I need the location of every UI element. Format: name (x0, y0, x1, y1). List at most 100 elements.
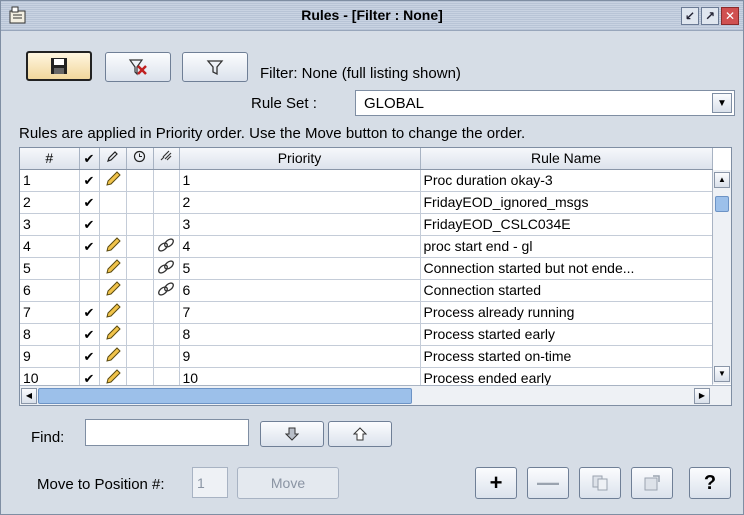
pencil-icon (104, 324, 122, 344)
table-row[interactable]: 2 ✔ 2 FridayEOD_ignored_msgs (20, 191, 713, 214)
copy-rule-button[interactable] (579, 467, 621, 499)
row-linked-cell[interactable] (153, 279, 180, 302)
table-row[interactable]: 3 ✔ 3 FridayEOD_CSLC034E (20, 213, 713, 236)
find-previous-button[interactable] (328, 421, 392, 447)
row-edit-cell[interactable] (99, 323, 127, 346)
row-edit-cell[interactable] (99, 213, 127, 236)
row-linked-cell[interactable] (153, 323, 180, 346)
row-linked-cell[interactable] (153, 191, 180, 214)
row-edit-cell[interactable] (99, 235, 127, 258)
row-edit-cell[interactable] (99, 301, 127, 324)
pencil-icon (107, 151, 118, 163)
row-enabled-cell[interactable]: ✔ (79, 191, 100, 214)
chevron-down-icon[interactable]: ▼ (712, 93, 732, 113)
row-priority-cell: 7 (179, 301, 421, 324)
scroll-right-icon[interactable]: ▶ (694, 388, 710, 404)
horizontal-scroll-thumb[interactable] (38, 388, 412, 404)
row-enabled-cell[interactable] (79, 257, 100, 280)
horizontal-scrollbar[interactable]: ◀ ▶ (20, 385, 731, 405)
row-linked-cell[interactable] (153, 301, 180, 324)
ruleset-select[interactable]: GLOBAL ▼ (355, 90, 735, 116)
column-header-edit[interactable] (99, 148, 127, 170)
close-icon[interactable]: ✕ (721, 7, 739, 25)
row-enabled-cell[interactable]: ✔ (79, 235, 100, 258)
rule-properties-button[interactable] (631, 467, 673, 499)
column-header-schedule[interactable] (126, 148, 154, 170)
table-row[interactable]: 5 5 Connection started but not ende... (20, 257, 713, 280)
rules-window: Rules - [Filter : None] ↙ ↗ ✕ Filter: No… (0, 0, 744, 515)
row-linked-cell[interactable] (153, 345, 180, 368)
row-edit-cell[interactable] (99, 345, 127, 368)
row-rule-name-cell: Connection started but not ende... (420, 257, 713, 280)
row-enabled-cell[interactable]: ✔ (79, 323, 100, 346)
row-edit-cell[interactable] (99, 279, 127, 302)
column-header-linked[interactable] (153, 148, 180, 170)
column-header-number[interactable]: # (20, 148, 80, 170)
row-schedule-cell[interactable] (126, 191, 154, 214)
row-schedule-cell[interactable] (126, 323, 154, 346)
vertical-scroll-thumb[interactable] (715, 196, 729, 212)
row-schedule-cell[interactable] (126, 169, 154, 192)
row-schedule-cell[interactable] (126, 345, 154, 368)
move-button[interactable]: Move (237, 467, 339, 499)
row-number-cell: 3 (20, 213, 80, 236)
move-position-field[interactable]: 1 (192, 467, 228, 498)
row-linked-cell[interactable] (153, 235, 180, 258)
column-header-priority[interactable]: Priority (179, 148, 421, 170)
filter-button[interactable] (182, 52, 248, 82)
properties-icon (644, 475, 660, 491)
column-header-rule-name[interactable]: Rule Name (420, 148, 713, 170)
table-row[interactable]: 1 ✔ 1 Proc duration okay-3 (20, 169, 713, 192)
row-schedule-cell[interactable] (126, 301, 154, 324)
enabled-check-icon: ✔ (83, 348, 95, 364)
scroll-up-icon[interactable]: ▲ (714, 172, 730, 188)
row-edit-cell[interactable] (99, 169, 127, 192)
row-edit-cell[interactable] (99, 257, 127, 280)
row-linked-cell[interactable] (153, 213, 180, 236)
remove-rule-button[interactable]: — (527, 467, 569, 499)
row-number-cell: 2 (20, 191, 80, 214)
row-enabled-cell[interactable]: ✔ (79, 301, 100, 324)
row-enabled-cell[interactable] (79, 279, 100, 302)
table-row[interactable]: 7 ✔ 7 Process already running (20, 301, 713, 324)
rules-table: # ✔ Priority Rule Name 1 ✔ 1 Proc duration … (19, 147, 732, 406)
pencil-icon (104, 302, 122, 322)
row-enabled-cell[interactable]: ✔ (79, 345, 100, 368)
save-button[interactable] (26, 51, 92, 81)
clear-filter-button[interactable] (105, 52, 171, 82)
row-priority-cell: 6 (179, 279, 421, 302)
row-edit-cell[interactable] (99, 191, 127, 214)
filter-status: Filter: None (full listing shown) (260, 65, 461, 82)
row-priority-cell: 8 (179, 323, 421, 346)
help-button[interactable]: ? (689, 467, 731, 499)
row-linked-cell[interactable] (153, 257, 180, 280)
table-row[interactable]: 9 ✔ 9 Process started on-time (20, 345, 713, 368)
row-rule-name-cell: FridayEOD_CSLC034E (420, 213, 713, 236)
row-enabled-cell[interactable]: ✔ (79, 169, 100, 192)
column-header-enabled[interactable]: ✔ (79, 148, 100, 170)
table-row[interactable]: 8 ✔ 8 Process started early (20, 323, 713, 346)
minimize-icon[interactable]: ↙ (681, 7, 699, 25)
row-schedule-cell[interactable] (126, 235, 154, 258)
row-enabled-cell[interactable]: ✔ (79, 213, 100, 236)
row-schedule-cell[interactable] (126, 279, 154, 302)
row-schedule-cell[interactable] (126, 213, 154, 236)
table-row[interactable]: 4 ✔ 4 proc start end - gl (20, 235, 713, 258)
maximize-icon[interactable]: ↗ (701, 7, 719, 25)
add-rule-button[interactable]: + (475, 467, 517, 499)
find-next-button[interactable] (260, 421, 324, 447)
ruleset-value: GLOBAL (364, 95, 425, 112)
row-rule-name-cell: Process already running (420, 301, 713, 324)
scroll-down-icon[interactable]: ▼ (714, 366, 730, 382)
row-schedule-cell[interactable] (126, 257, 154, 280)
funnel-filter-icon (206, 60, 224, 76)
find-input[interactable] (85, 419, 249, 446)
table-row[interactable]: 6 6 Connection started (20, 279, 713, 302)
row-rule-name-cell: FridayEOD_ignored_msgs (420, 191, 713, 214)
title-bar[interactable]: Rules - [Filter : None] ↙ ↗ ✕ (1, 1, 743, 31)
vertical-scrollbar[interactable]: ▲ ▼ (712, 170, 731, 384)
enabled-check-icon: ✔ (83, 194, 95, 210)
scroll-left-icon[interactable]: ◀ (21, 388, 37, 404)
row-linked-cell[interactable] (153, 169, 180, 192)
floppy-save-icon (51, 58, 67, 74)
